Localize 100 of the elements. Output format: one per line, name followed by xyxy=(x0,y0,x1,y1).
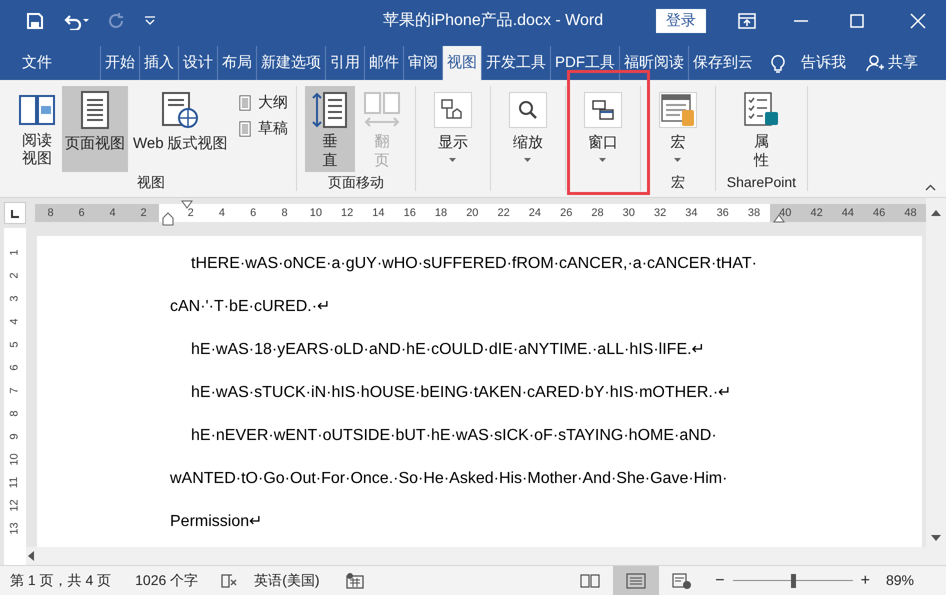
ribbon-button[interactable]: 属性 xyxy=(736,86,786,172)
ruler-number: 46 xyxy=(873,206,886,221)
document-line: hE·wAS·sTUCK·iN·hIS·hOUSE·bEING·tAKEN·cARED·bY·hIS·mOTHER.·↵ xyxy=(190,383,732,403)
view-mode-button[interactable] xyxy=(613,566,660,595)
zoom-percent[interactable]: 89% xyxy=(886,570,914,591)
ribbon-tab[interactable]: 视图 xyxy=(442,46,481,80)
page-count[interactable]: 第 1 页，共 4 页 xyxy=(10,570,112,591)
search-icon xyxy=(516,99,539,121)
view-button[interactable]: Web 版式视图 xyxy=(130,86,231,172)
share-link[interactable]: 共享 xyxy=(888,52,918,74)
zoom-slider[interactable] xyxy=(732,572,853,588)
person-add-icon[interactable] xyxy=(866,54,884,72)
ruler-number: 8 xyxy=(47,206,54,221)
page-lines-icon xyxy=(626,572,646,588)
ruler-number: 34 xyxy=(685,206,698,221)
caret-icon xyxy=(449,158,456,162)
ribbon-button[interactable]: 垂直 xyxy=(304,86,355,172)
ruler-number: 18 xyxy=(434,206,448,221)
view-button[interactable]: 大纲 xyxy=(236,92,288,114)
ruler-number: 36 xyxy=(716,206,729,221)
dropdown-button[interactable]: 显示 xyxy=(424,86,482,172)
globe-page-icon xyxy=(160,90,200,130)
up-arrow-icon xyxy=(931,210,941,216)
ruler-number: 8 xyxy=(281,206,288,221)
ruler-number: 6 xyxy=(250,206,256,221)
view-button[interactable]: 页面视图 xyxy=(62,86,128,172)
document-line: Permission↵ xyxy=(170,512,262,532)
maximize-icon[interactable] xyxy=(850,14,864,28)
ribbon-display-icon[interactable] xyxy=(738,13,756,29)
document-line: hE·nEVER·wENT·oUTSIDE·bUT·hE·wAS·sICK·oF·sTAYING·hOME·aND· xyxy=(190,426,717,446)
vertical-scrollbar[interactable] xyxy=(926,228,946,565)
ruler-number: 9 xyxy=(8,433,22,440)
ruler-number: 30 xyxy=(622,206,635,221)
ruler-number: 10 xyxy=(310,206,322,221)
window-title: 苹果的iPhone产品.docx - Word xyxy=(382,10,604,31)
tell-me-link[interactable]: 告诉我 xyxy=(801,52,846,74)
language-label[interactable]: 英语(美国) xyxy=(254,570,320,591)
horizontal-scrollbar[interactable] xyxy=(26,547,926,565)
ruler-number: 3 xyxy=(8,295,22,302)
document-line: wANTED·tO·Go·Out·For·Once.·So·He·Asked·His·Mother·And·She·Gave·Him· xyxy=(170,469,728,489)
open-book-icon xyxy=(580,572,600,588)
vertical-arrow-page-icon xyxy=(310,90,350,130)
view-button[interactable]: 阅读视图 xyxy=(14,86,60,172)
ruler-number: 42 xyxy=(810,206,823,221)
word-count[interactable]: 1026 个字 xyxy=(135,570,198,591)
ruler-number: 16 xyxy=(404,206,416,221)
caret-icon xyxy=(524,158,532,162)
ruler-number: 40 xyxy=(779,206,792,221)
ruler-number: 44 xyxy=(842,206,854,221)
slider-thumb[interactable] xyxy=(790,574,796,588)
ruler-number: 1 xyxy=(8,249,22,256)
close-icon[interactable] xyxy=(910,13,926,29)
collapse-ribbon-icon[interactable] xyxy=(925,184,936,191)
lightbulb-icon[interactable] xyxy=(771,53,785,73)
zoom-in-button[interactable]: + xyxy=(860,568,870,592)
macro-record-icon[interactable] xyxy=(346,572,364,588)
windows-icon xyxy=(590,99,615,121)
macro-sheet-icon xyxy=(660,92,696,128)
ruler-number: 38 xyxy=(748,206,760,221)
ruler-number: 4 xyxy=(109,206,116,221)
ruler-number: 6 xyxy=(78,206,85,221)
ruler-number: 20 xyxy=(466,206,478,221)
ruler-number: 22 xyxy=(497,206,510,221)
ruler-number: 2 xyxy=(188,206,194,221)
left-tab-stop-icon xyxy=(11,210,19,218)
web-page-icon xyxy=(672,572,692,588)
save-icon[interactable] xyxy=(26,12,44,30)
zoom-out-button[interactable]: − xyxy=(715,568,725,592)
page-icon xyxy=(236,95,253,111)
group-label: 视图 xyxy=(136,173,166,191)
ruler-number: 5 xyxy=(8,341,22,348)
dropdown-button[interactable]: 缩放 xyxy=(498,86,557,172)
ruler-number: 28 xyxy=(591,206,604,221)
first-line-indent-icon[interactable] xyxy=(181,200,193,209)
ribbon-tab[interactable]: 文件 xyxy=(10,46,64,80)
dropdown-button[interactable]: 宏 xyxy=(648,86,707,172)
ruler-number: 8 xyxy=(8,410,22,417)
login-button[interactable]: 登录 xyxy=(656,9,706,33)
ruler-number: 6 xyxy=(8,364,22,371)
document-line: tHERE·wAS·oNCE·a·gUY·wHO·sUFFERED·fROM·cANCER,·a·cANCER·tHAT· xyxy=(190,254,757,274)
ruler-number: 32 xyxy=(654,206,666,221)
undo-icon[interactable] xyxy=(62,12,90,30)
document-line: cAN·'·T·bE·cURED.·↵ xyxy=(170,297,330,317)
customize-toolbar-icon[interactable] xyxy=(144,16,156,26)
tab-selector[interactable] xyxy=(4,202,26,224)
scroll-up-button[interactable] xyxy=(926,198,946,228)
group-label: 宏 xyxy=(670,173,686,191)
group-label: 页面移动 xyxy=(326,173,385,191)
ruler-number: 4 xyxy=(218,206,225,221)
document-line: hE·wAS·18·yEARS·oLD·aND·hE·cOULD·dIE·aNYTIME.·aLL·hIS·lIFE.↵ xyxy=(190,340,705,360)
ruler-number: 2 xyxy=(140,206,147,221)
proofing-book-icon[interactable] xyxy=(220,572,238,588)
page-icon xyxy=(80,90,110,130)
view-button[interactable]: 草稿 xyxy=(236,118,288,140)
ruler-number: 24 xyxy=(528,206,542,221)
ruler-number: 12 xyxy=(341,206,354,221)
ruler-number: 13 xyxy=(8,522,22,535)
dropdown-button[interactable]: 窗口 xyxy=(574,86,632,172)
down-arrow-icon xyxy=(931,535,941,541)
caret-icon xyxy=(674,158,682,162)
